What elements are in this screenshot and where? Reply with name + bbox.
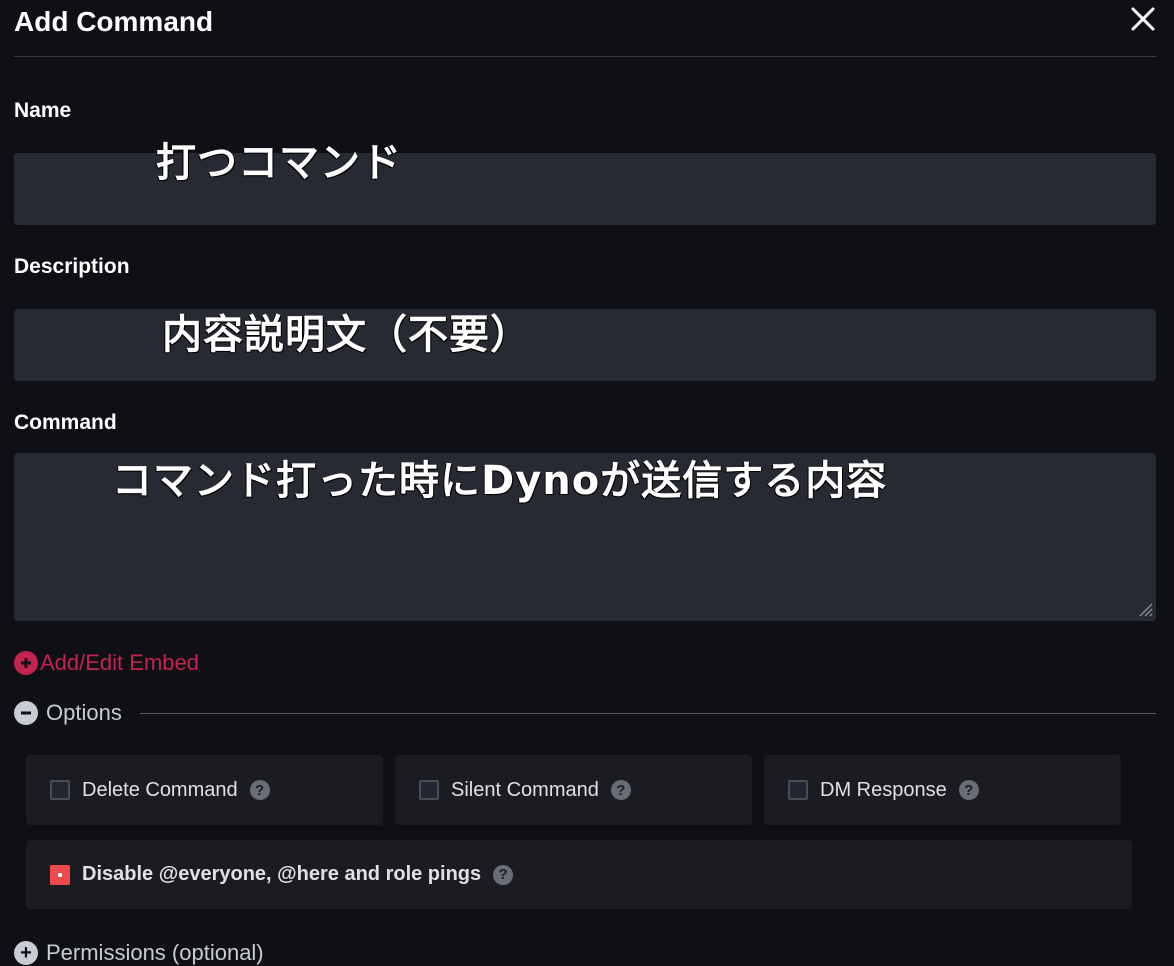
disable-pings-label: Disable @everyone, @here and role pings	[82, 863, 482, 885]
option-silent-command[interactable]: Silent Command ?	[395, 755, 752, 825]
dialog-title: Add Command	[14, 6, 214, 37]
plus-circle-icon	[14, 651, 38, 675]
help-icon[interactable]: ?	[493, 864, 514, 885]
silent-command-checkbox[interactable]	[419, 780, 439, 800]
permissions-toggle[interactable]: + Permissions (optional)	[14, 940, 264, 966]
title-divider	[14, 56, 1156, 57]
add-edit-embed-label: Add/Edit Embed	[40, 650, 199, 675]
option-delete-command[interactable]: Delete Command ?	[26, 755, 383, 825]
name-annotation: 打つコマンド	[156, 140, 402, 186]
options-toggle[interactable]: Options	[14, 700, 122, 726]
plus-circle-icon: +	[14, 941, 38, 965]
description-label: Description	[14, 255, 130, 278]
options-label: Options	[46, 700, 122, 725]
dm-response-label: DM Response	[820, 778, 947, 801]
help-icon[interactable]: ?	[958, 780, 979, 800]
help-icon[interactable]: ?	[249, 780, 270, 800]
help-icon[interactable]: ?	[610, 780, 631, 800]
permissions-label: Permissions (optional)	[46, 940, 264, 965]
delete-command-label: Delete Command	[82, 778, 238, 801]
command-label: Command	[14, 411, 117, 434]
silent-command-label: Silent Command	[451, 778, 599, 801]
options-divider	[140, 713, 1156, 714]
disable-pings-checkbox[interactable]	[50, 864, 70, 885]
dm-response-checkbox[interactable]	[788, 780, 808, 800]
option-disable-pings[interactable]: Disable @everyone, @here and role pings …	[26, 840, 1132, 909]
name-label: Name	[14, 99, 72, 122]
option-dm-response[interactable]: DM Response ?	[764, 755, 1121, 825]
resize-grip-icon[interactable]	[1134, 598, 1154, 618]
description-annotation: 内容説明文（不要）	[162, 312, 531, 358]
close-icon[interactable]	[1128, 4, 1158, 34]
command-annotation: コマンド打った時にDynoが送信する内容	[112, 458, 888, 504]
add-edit-embed-link[interactable]: Add/Edit Embed	[14, 650, 199, 676]
delete-command-checkbox[interactable]	[50, 780, 70, 800]
minus-circle-icon	[14, 701, 38, 725]
